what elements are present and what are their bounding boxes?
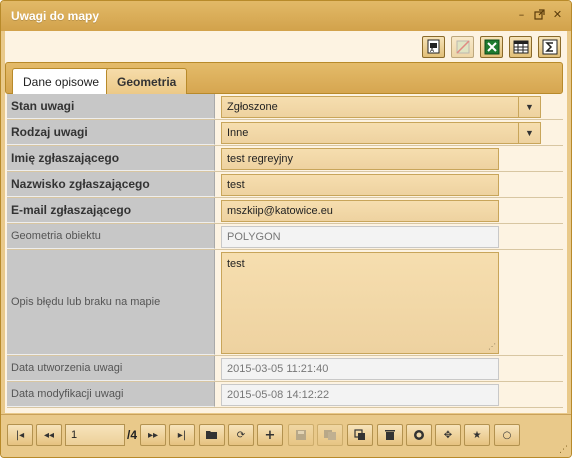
window-controls: – ✕ [516, 9, 563, 20]
open-button[interactable] [199, 424, 225, 446]
sum-icon [542, 39, 557, 55]
nazwisko-field[interactable]: test [221, 174, 499, 196]
pager-toolbar: |◂ ◂◂ 1 /4 ▸▸ ▸| ⟳ + ✥ ★ ○ ⋰ [1, 414, 571, 457]
resize-grip-icon[interactable]: ⋰ [488, 342, 496, 351]
label-data-modyfikacji: Data modyfikacji uwagi [7, 382, 215, 407]
copy-icon [354, 429, 365, 440]
row-geometria: Geometria obiektu POLYGON [7, 224, 563, 250]
map-disabled-icon [455, 40, 470, 54]
first-page-button[interactable]: |◂ [7, 424, 33, 446]
circle-button[interactable]: ○ [494, 424, 520, 446]
move-icon: ✥ [443, 429, 453, 441]
stan-uwagi-select[interactable]: Zgłoszone ▼ [221, 96, 541, 118]
top-toolbar: A [422, 36, 561, 58]
save-icon [296, 430, 306, 440]
row-imie: Imię zgłaszającego test regreyjny [7, 146, 563, 172]
star-icon: ★ [472, 429, 482, 441]
imie-field[interactable]: test regreyjny [221, 148, 499, 170]
next-page-button[interactable]: ▸▸ [140, 424, 166, 446]
copy-button[interactable] [347, 424, 373, 446]
save-all-button[interactable] [317, 424, 343, 446]
opis-value: test [227, 258, 245, 270]
sum-button[interactable] [538, 36, 561, 58]
row-nazwisko: Nazwisko zgłaszającego test [7, 172, 563, 198]
chevron-down-icon[interactable]: ▼ [518, 97, 540, 117]
row-data-utworzenia: Data utworzenia uwagi 2015-03-05 11:21:4… [7, 356, 563, 382]
tab-dane-opisowe[interactable]: Dane opisowe [12, 68, 111, 94]
refresh-icon: ⟳ [236, 429, 246, 441]
label-rodzaj-uwagi: Rodzaj uwagi [7, 120, 215, 145]
popout-icon[interactable] [534, 9, 545, 20]
row-stan-uwagi: Stan uwagi Zgłoszone ▼ [7, 94, 563, 120]
excel-export-icon [484, 39, 499, 55]
label-imie: Imię zgłaszającego [7, 146, 215, 171]
excel-export-button[interactable] [480, 36, 503, 58]
add-button[interactable]: + [257, 424, 283, 446]
window-resize-grip-icon[interactable]: ⋰ [559, 444, 568, 455]
rodzaj-uwagi-value: Inne [227, 127, 249, 139]
map-button[interactable] [451, 36, 474, 58]
table-view-button[interactable] [509, 36, 532, 58]
label-data-utworzenia: Data utworzenia uwagi [7, 356, 215, 381]
folder-open-icon [206, 431, 217, 439]
save-button[interactable] [288, 424, 314, 446]
next-page-icon: ▸▸ [147, 429, 159, 441]
row-rodzaj-uwagi: Rodzaj uwagi Inne ▼ [7, 120, 563, 146]
opis-textarea[interactable]: test ⋰ [221, 252, 499, 354]
tab-strip: Dane opisowe Geometria [5, 62, 563, 94]
last-page-button[interactable]: ▸| [169, 424, 195, 446]
label-nazwisko: Nazwisko zgłaszającego [7, 172, 215, 197]
favorite-button[interactable]: ★ [464, 424, 490, 446]
label-geometria: Geometria obiektu [7, 224, 215, 249]
label-email: E-mail zgłaszającego [7, 198, 215, 223]
row-email: E-mail zgłaszającego mszkiip@katowice.eu [7, 198, 563, 224]
title-bar[interactable]: Uwagi do mapy – ✕ [1, 1, 571, 31]
label-opis: Opis błędu lub braku na mapie [7, 250, 215, 355]
move-button[interactable]: ✥ [435, 424, 461, 446]
tab-geometria[interactable]: Geometria [106, 68, 188, 94]
delete-button[interactable] [377, 424, 403, 446]
refresh-button[interactable]: ⟳ [228, 424, 254, 446]
geometria-field: POLYGON [221, 226, 499, 248]
print-preview-icon: A [427, 39, 439, 54]
save-all-icon [324, 430, 336, 440]
row-data-modyfikacji: Data modyfikacji uwagi 2015-05-08 14:12:… [7, 382, 563, 408]
prev-page-icon: ◂◂ [43, 429, 55, 441]
circle-icon: ○ [502, 429, 512, 441]
window-title: Uwagi do mapy [11, 9, 100, 23]
prev-page-button[interactable]: ◂◂ [36, 424, 62, 446]
rodzaj-uwagi-select[interactable]: Inne ▼ [221, 122, 541, 144]
stan-uwagi-value: Zgłoszone [227, 101, 278, 113]
window-body: A Dane opisowe Geometria Stan uwagi Zgło… [5, 31, 567, 413]
email-field[interactable]: mszkiip@katowice.eu [221, 200, 499, 222]
first-page-icon: |◂ [15, 429, 25, 441]
zoom-icon [414, 430, 424, 440]
close-icon[interactable]: ✕ [552, 9, 563, 20]
data-utworzenia-field: 2015-03-05 11:21:40 [221, 358, 499, 380]
chevron-down-icon[interactable]: ▼ [518, 123, 540, 143]
feature-window: Uwagi do mapy – ✕ A Dane opisowe Geometr… [0, 0, 572, 458]
table-icon [513, 40, 528, 54]
label-stan-uwagi: Stan uwagi [7, 94, 215, 119]
row-opis: Opis błędu lub braku na mapie test ⋰ [7, 250, 563, 356]
minimize-icon[interactable]: – [516, 9, 527, 20]
plus-icon: + [264, 427, 276, 443]
page-number-input[interactable]: 1 [65, 424, 125, 446]
page-total: /4 [127, 428, 138, 442]
trash-icon [385, 430, 395, 440]
print-preview-button[interactable]: A [422, 36, 445, 58]
zoom-to-button[interactable] [406, 424, 432, 446]
data-modyfikacji-field: 2015-05-08 14:12:22 [221, 384, 499, 406]
last-page-icon: ▸| [177, 429, 187, 441]
